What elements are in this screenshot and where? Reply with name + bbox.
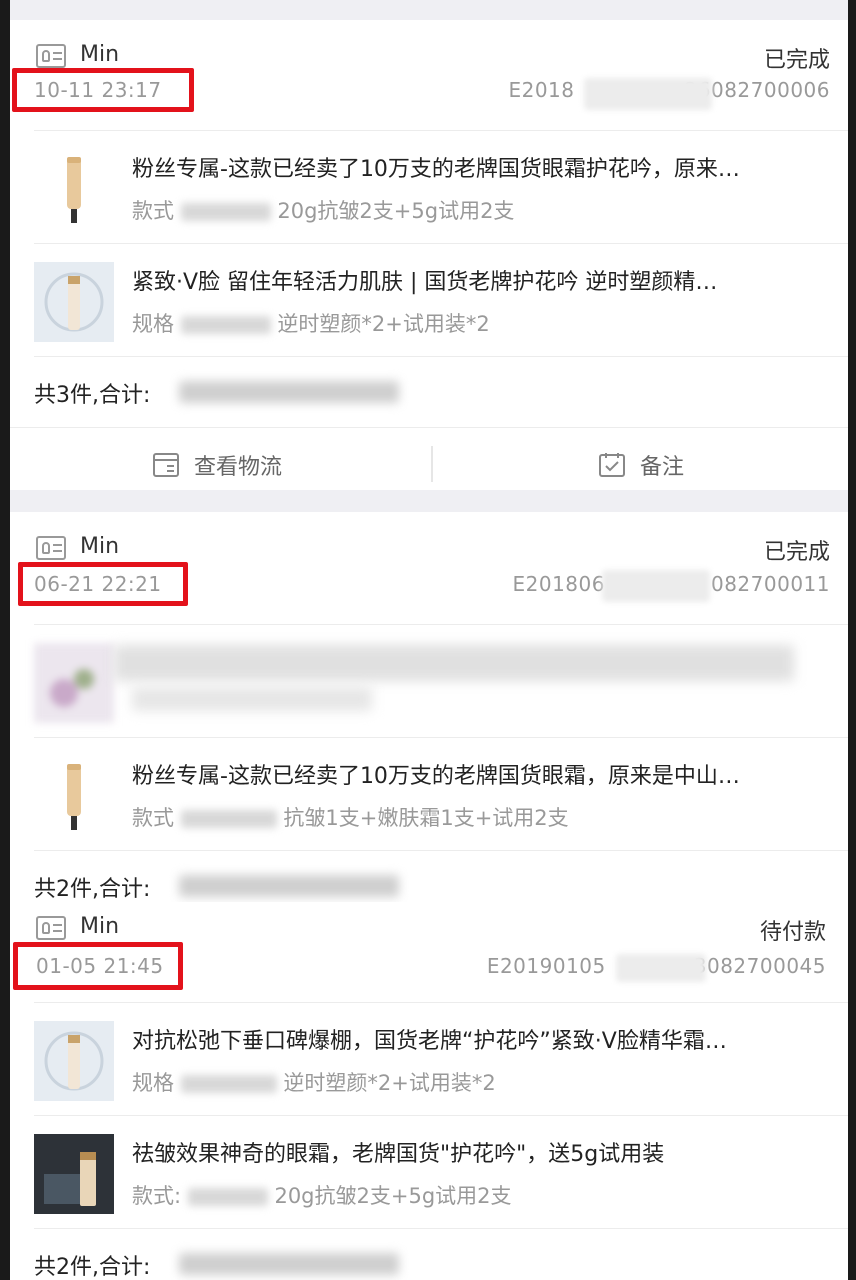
section-gap [10,0,848,20]
redaction-blur [187,1188,268,1206]
order-item[interactable]: 对抗松弛下垂口碑爆棚，国货老牌“护花吟”紧致·V脸精华霜… 规格 逆时塑颜*2+… [34,1002,848,1115]
order-time: 01-05 21:45 [36,954,164,978]
item-title: 对抗松弛下垂口碑爆棚，国货老牌“护花吟”紧致·V脸精华霜… [132,1029,727,1054]
order-header: Min 已完成 06-21 22:21 E201806 082700011 [10,512,848,624]
item-spec: 款式 抗皱1支+嫩肤霜1支+试用2支 [132,802,569,832]
shop-icon [36,916,66,940]
spec-label: 款式: [132,1184,182,1208]
order-total: 共2件,合计: [34,1228,848,1280]
order-card[interactable]: Min 已完成 10-11 23:17 E2018 26082700006 粉丝专… [10,20,848,490]
order-status: 已完成 [763,48,830,73]
order-actions: 查看物流 备注 [10,427,848,502]
item-title: 粉丝专属-这款已经卖了10万支的老牌国货眼霜，原来是中山… [132,764,740,789]
note-button[interactable]: 备注 [598,428,684,502]
logistics-label: 查看物流 [194,455,283,480]
order-item[interactable]: 祛皱效果神奇的眼霜，老牌国货"护花吟"，送5g试用装 款式: 20g抗皱2支+5… [34,1115,848,1228]
divider [431,446,433,482]
calendar-check-icon [599,453,625,477]
order-card[interactable]: Min 已完成 06-21 22:21 E201806 082700011 粉丝… [10,512,848,902]
order-number-prefix: E2018 [508,78,575,102]
shop-name[interactable]: Min [80,914,119,939]
order-item[interactable]: 粉丝专属-这款已经卖了10万支的老牌国货眼霜，原来是中山… 款式 抗皱1支+嫩肤… [34,737,848,850]
shop-name[interactable]: Min [80,42,119,67]
item-spec: 款式 20g抗皱2支+5g试用2支 [132,195,514,225]
spec-value: 逆时塑颜*2+试用装*2 [277,312,490,336]
note-label: 备注 [640,455,685,480]
order-card[interactable]: Min 待付款 01-05 21:45 E20190105 3082700045 … [10,902,848,1280]
blurred-product-icon [34,643,114,723]
shop-name[interactable]: Min [80,534,119,559]
order-number-suffix: 082700011 [710,572,830,596]
shop-icon [36,44,66,68]
spec-value: 抗皱1支+嫩肤霜1支+试用2支 [283,806,569,830]
item-title: 紧致·V脸 留住年轻活力肌肤 | 国货老牌护花吟 逆时塑颜精… [132,270,718,295]
order-item[interactable] [34,624,848,737]
order-status: 已完成 [763,540,830,565]
item-title: 祛皱效果神奇的眼霜，老牌国货"护花吟"，送5g试用装 [132,1142,665,1167]
redaction-blur [179,875,399,897]
order-header: Min 待付款 01-05 21:45 E20190105 3082700045 [10,902,848,1002]
redaction-blur [180,810,277,828]
view-logistics-button[interactable]: 查看物流 [152,428,282,502]
item-spec: 规格 逆时塑颜*2+试用装*2 [132,1067,496,1097]
order-number-prefix: E201806 [512,572,605,596]
spec-value: 20g抗皱2支+5g试用2支 [274,1184,512,1208]
item-title: 粉丝专属-这款已经卖了10万支的老牌国货眼霜护花吟，原来… [132,157,740,182]
total-label: 共2件,合计: [34,877,151,902]
redaction-blur [114,645,794,681]
order-time: 10-11 23:17 [34,78,162,102]
order-time: 06-21 22:21 [34,572,162,596]
order-list-screen: Min 已完成 10-11 23:17 E2018 26082700006 粉丝专… [10,0,848,1280]
spec-value: 逆时塑颜*2+试用装*2 [283,1071,496,1095]
redaction-blur [180,203,271,221]
redaction-blur [180,316,271,334]
item-spec: 款式: 20g抗皱2支+5g试用2支 [132,1180,512,1210]
total-label: 共3件,合计: [34,383,151,408]
shop-icon [36,536,66,560]
total-label: 共2件,合计: [34,1255,151,1280]
redaction-blur [180,1075,277,1093]
redaction-blur [584,78,712,110]
spec-label: 规格 [132,312,174,336]
order-item[interactable]: 粉丝专属-这款已经卖了10万支的老牌国货眼霜护花吟，原来… 款式 20g抗皱2支… [34,130,848,243]
redaction-blur [602,570,710,602]
serum-bottle-icon [34,1021,114,1101]
eye-cream-tube-icon [67,157,81,223]
order-number-suffix: 3082700045 [693,954,826,978]
dark-product-photo-icon [34,1134,114,1214]
logistics-icon [153,453,179,477]
item-spec: 规格 逆时塑颜*2+试用装*2 [132,308,490,338]
spec-label: 款式 [132,199,174,223]
eye-cream-tube-icon [67,764,81,830]
redaction-blur [179,381,399,403]
spec-label: 款式 [132,806,174,830]
order-total: 共3件,合计: [34,356,848,427]
redaction-blur [616,954,706,982]
order-header: Min 已完成 10-11 23:17 E2018 26082700006 [10,20,848,130]
order-number-prefix: E20190105 [486,954,606,978]
order-item[interactable]: 紧致·V脸 留住年轻活力肌肤 | 国货老牌护花吟 逆时塑颜精… 规格 逆时塑颜*… [34,243,848,356]
redaction-blur [179,1253,399,1275]
spec-label: 规格 [132,1071,174,1095]
spec-value: 20g抗皱2支+5g试用2支 [277,199,515,223]
redaction-blur [132,687,372,711]
serum-bottle-icon [34,262,114,342]
order-status: 待付款 [759,920,826,945]
